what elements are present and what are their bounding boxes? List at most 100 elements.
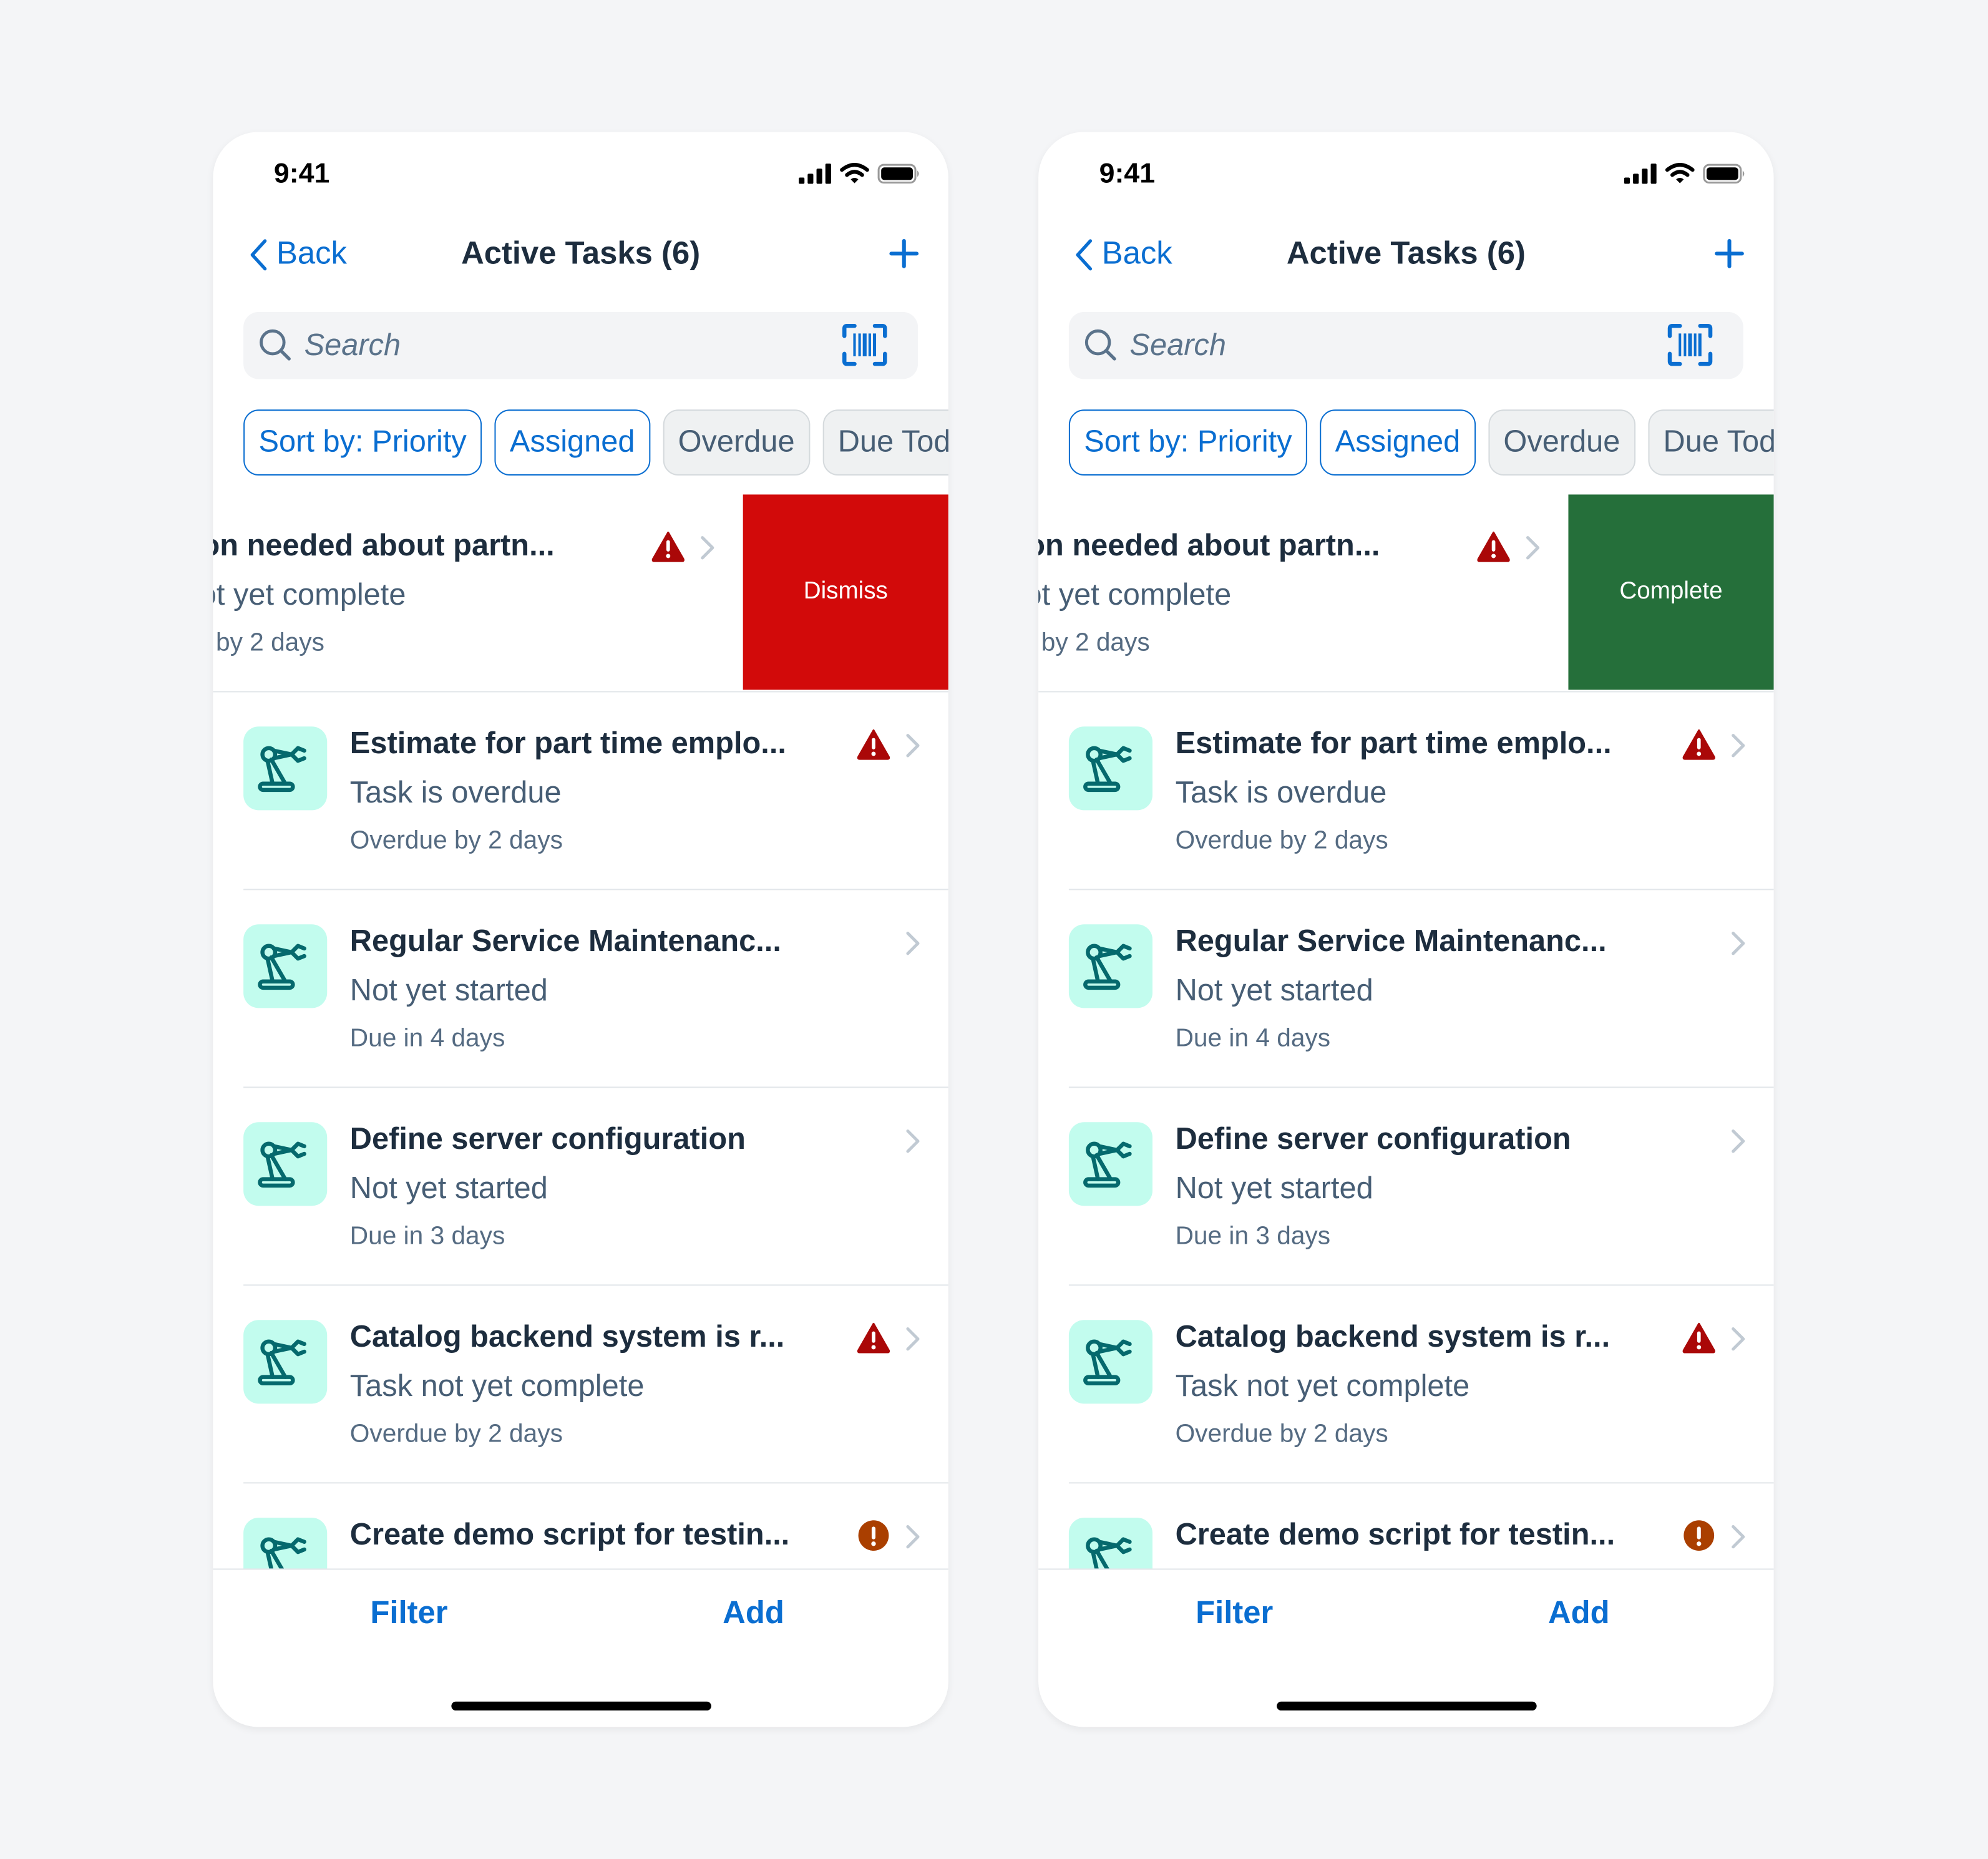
item-subtitle: Not yet started	[1175, 1171, 1373, 1206]
add-button[interactable]: Add	[1548, 1595, 1610, 1632]
item-title: Catalog backend system is r...	[1175, 1320, 1610, 1355]
robot-arm-icon	[258, 746, 306, 793]
chip-overdue[interactable]: Overdue	[1488, 409, 1635, 476]
avatar	[1068, 1122, 1152, 1206]
search-input[interactable]	[1129, 311, 1637, 379]
chevron-right-icon[interactable]	[1731, 1326, 1746, 1352]
search-icon	[1084, 329, 1116, 361]
cellular-signal-icon	[799, 163, 831, 183]
item-texts: Estimate for part time emplo... Task is …	[350, 723, 786, 862]
robot-arm-icon	[258, 1339, 306, 1386]
item-texts: Create demo script for testin...	[350, 1514, 790, 1557]
item-subtitle: Task not yet complete	[1038, 578, 1232, 613]
filter-chips: Sort by: Priority Assigned Overdue Due T…	[243, 409, 948, 481]
plus-icon[interactable]	[1713, 231, 1746, 276]
item-texts: Catalog backend system is r... Task not …	[1176, 1316, 1610, 1456]
item-texts: Estimate for part time emplo... Task is …	[1176, 723, 1612, 862]
chevron-right-icon[interactable]	[1731, 1524, 1746, 1549]
chevron-right-icon[interactable]	[700, 535, 715, 560]
chip-assigned[interactable]: Assigned	[1320, 409, 1476, 476]
critical-icon	[858, 1520, 889, 1551]
chevron-right-icon[interactable]	[905, 930, 920, 956]
chevron-right-icon[interactable]	[1731, 930, 1746, 956]
plus-icon[interactable]	[887, 231, 920, 276]
search-bar	[243, 311, 918, 379]
item-texts: Create demo script for testin...	[1176, 1514, 1615, 1557]
filter-button[interactable]: Filter	[370, 1595, 447, 1632]
home-indicator[interactable]	[1277, 1701, 1537, 1711]
critical-icon	[1683, 1520, 1715, 1551]
item-title: Decision needed about partn...	[1038, 529, 1380, 564]
item-title: Create demo script for testin...	[349, 1518, 790, 1553]
wifi-icon	[1665, 163, 1695, 183]
filter-button[interactable]: Filter	[1196, 1595, 1273, 1632]
item-subtitle: Not yet started	[1175, 973, 1373, 1008]
navigation-bar: Back Active Tasks (6)	[213, 228, 948, 292]
status-icons	[1624, 162, 1746, 184]
chevron-right-icon[interactable]	[1525, 535, 1540, 560]
robot-arm-icon	[1083, 1141, 1132, 1188]
task-list: Decision needed about partn... Task not …	[213, 494, 948, 1681]
list-item[interactable]: Estimate for part time emplo... Task is …	[213, 692, 948, 890]
item-title: Regular Service Maintenanc...	[1175, 924, 1607, 959]
item-title: Regular Service Maintenanc...	[349, 924, 781, 959]
barcode-scanner-icon[interactable]	[842, 323, 887, 366]
item-footnote: Overdue by 2 days	[349, 826, 563, 855]
status-bar: 9:41	[213, 132, 948, 220]
chevron-right-icon[interactable]	[905, 1128, 920, 1154]
status-time: 9:41	[273, 157, 330, 189]
home-indicator[interactable]	[451, 1701, 711, 1711]
chip-assigned[interactable]: Assigned	[494, 409, 650, 476]
chip-overdue[interactable]: Overdue	[663, 409, 811, 476]
avatar	[1068, 924, 1152, 1008]
warning-icon	[857, 1322, 890, 1354]
status-time: 9:41	[1099, 157, 1156, 189]
chevron-right-icon[interactable]	[905, 1524, 920, 1549]
complete-button[interactable]: Complete	[1568, 494, 1774, 690]
chevron-right-icon[interactable]	[1731, 1128, 1746, 1154]
dismiss-button[interactable]: Dismiss	[743, 494, 948, 690]
list-item[interactable]: Estimate for part time emplo... Task is …	[1038, 692, 1774, 890]
item-footnote: Overdue by 2 days	[1175, 1420, 1388, 1448]
chip-due-today[interactable]: Due Today	[1648, 409, 1774, 476]
item-title: Define server configuration	[349, 1122, 746, 1157]
search-bar	[1068, 311, 1743, 379]
add-button[interactable]: Add	[723, 1595, 784, 1632]
list-item[interactable]: Regular Service Maintenanc... Not yet st…	[213, 890, 948, 1088]
warning-icon	[1682, 729, 1715, 760]
phone-complete-variant: 9:41 Back Active Tasks (6) Sort by: Prio…	[1038, 132, 1774, 1727]
list-item[interactable]: Define server configuration Not yet star…	[1038, 1088, 1774, 1286]
list-item[interactable]: Define server configuration Not yet star…	[213, 1088, 948, 1286]
chip-sort-by-priority[interactable]: Sort by: Priority	[243, 409, 482, 476]
navigation-bar: Back Active Tasks (6)	[1038, 228, 1774, 292]
list-item-swiped[interactable]: Decision needed about partn... Task not …	[213, 494, 948, 693]
list-item[interactable]: Catalog backend system is r... Task not …	[213, 1286, 948, 1484]
item-texts: Decision needed about partn... Task not …	[1038, 525, 1380, 665]
robot-arm-icon	[1083, 746, 1132, 793]
robot-arm-icon	[258, 944, 306, 990]
search-input[interactable]	[304, 311, 812, 379]
item-subtitle: Task not yet complete	[213, 578, 406, 613]
chevron-right-icon[interactable]	[905, 1326, 920, 1352]
robot-arm-icon	[1083, 944, 1132, 990]
list-item[interactable]: Catalog backend system is r... Task not …	[1038, 1286, 1774, 1484]
stage: 9:41 Back Active Tasks (6) Sort by: Prio…	[0, 0, 1988, 1859]
status-icons	[799, 162, 920, 184]
item-texts: Catalog backend system is r... Task not …	[350, 1316, 785, 1456]
chip-sort-by-priority[interactable]: Sort by: Priority	[1068, 409, 1307, 476]
avatar	[243, 1122, 328, 1206]
item-footnote: Due in 3 days	[349, 1222, 505, 1251]
warning-icon	[857, 729, 890, 760]
chevron-right-icon[interactable]	[1731, 733, 1746, 758]
item-footnote: Overdue by 2 days	[349, 1420, 563, 1448]
list-item-swiped[interactable]: Decision needed about partn... Task not …	[1038, 494, 1774, 693]
chevron-right-icon[interactable]	[905, 733, 920, 758]
chip-due-today[interactable]: Due Today	[822, 409, 948, 476]
barcode-scanner-icon[interactable]	[1667, 323, 1713, 366]
item-subtitle: Task not yet complete	[1175, 1369, 1470, 1404]
list-item[interactable]: Regular Service Maintenanc... Not yet st…	[1038, 890, 1774, 1088]
item-subtitle: Not yet started	[349, 973, 548, 1008]
item-footnote: Due in 4 days	[1175, 1024, 1331, 1053]
item-subtitle: Task not yet complete	[349, 1369, 645, 1404]
item-footnote: Overdue by 2 days	[213, 628, 324, 657]
